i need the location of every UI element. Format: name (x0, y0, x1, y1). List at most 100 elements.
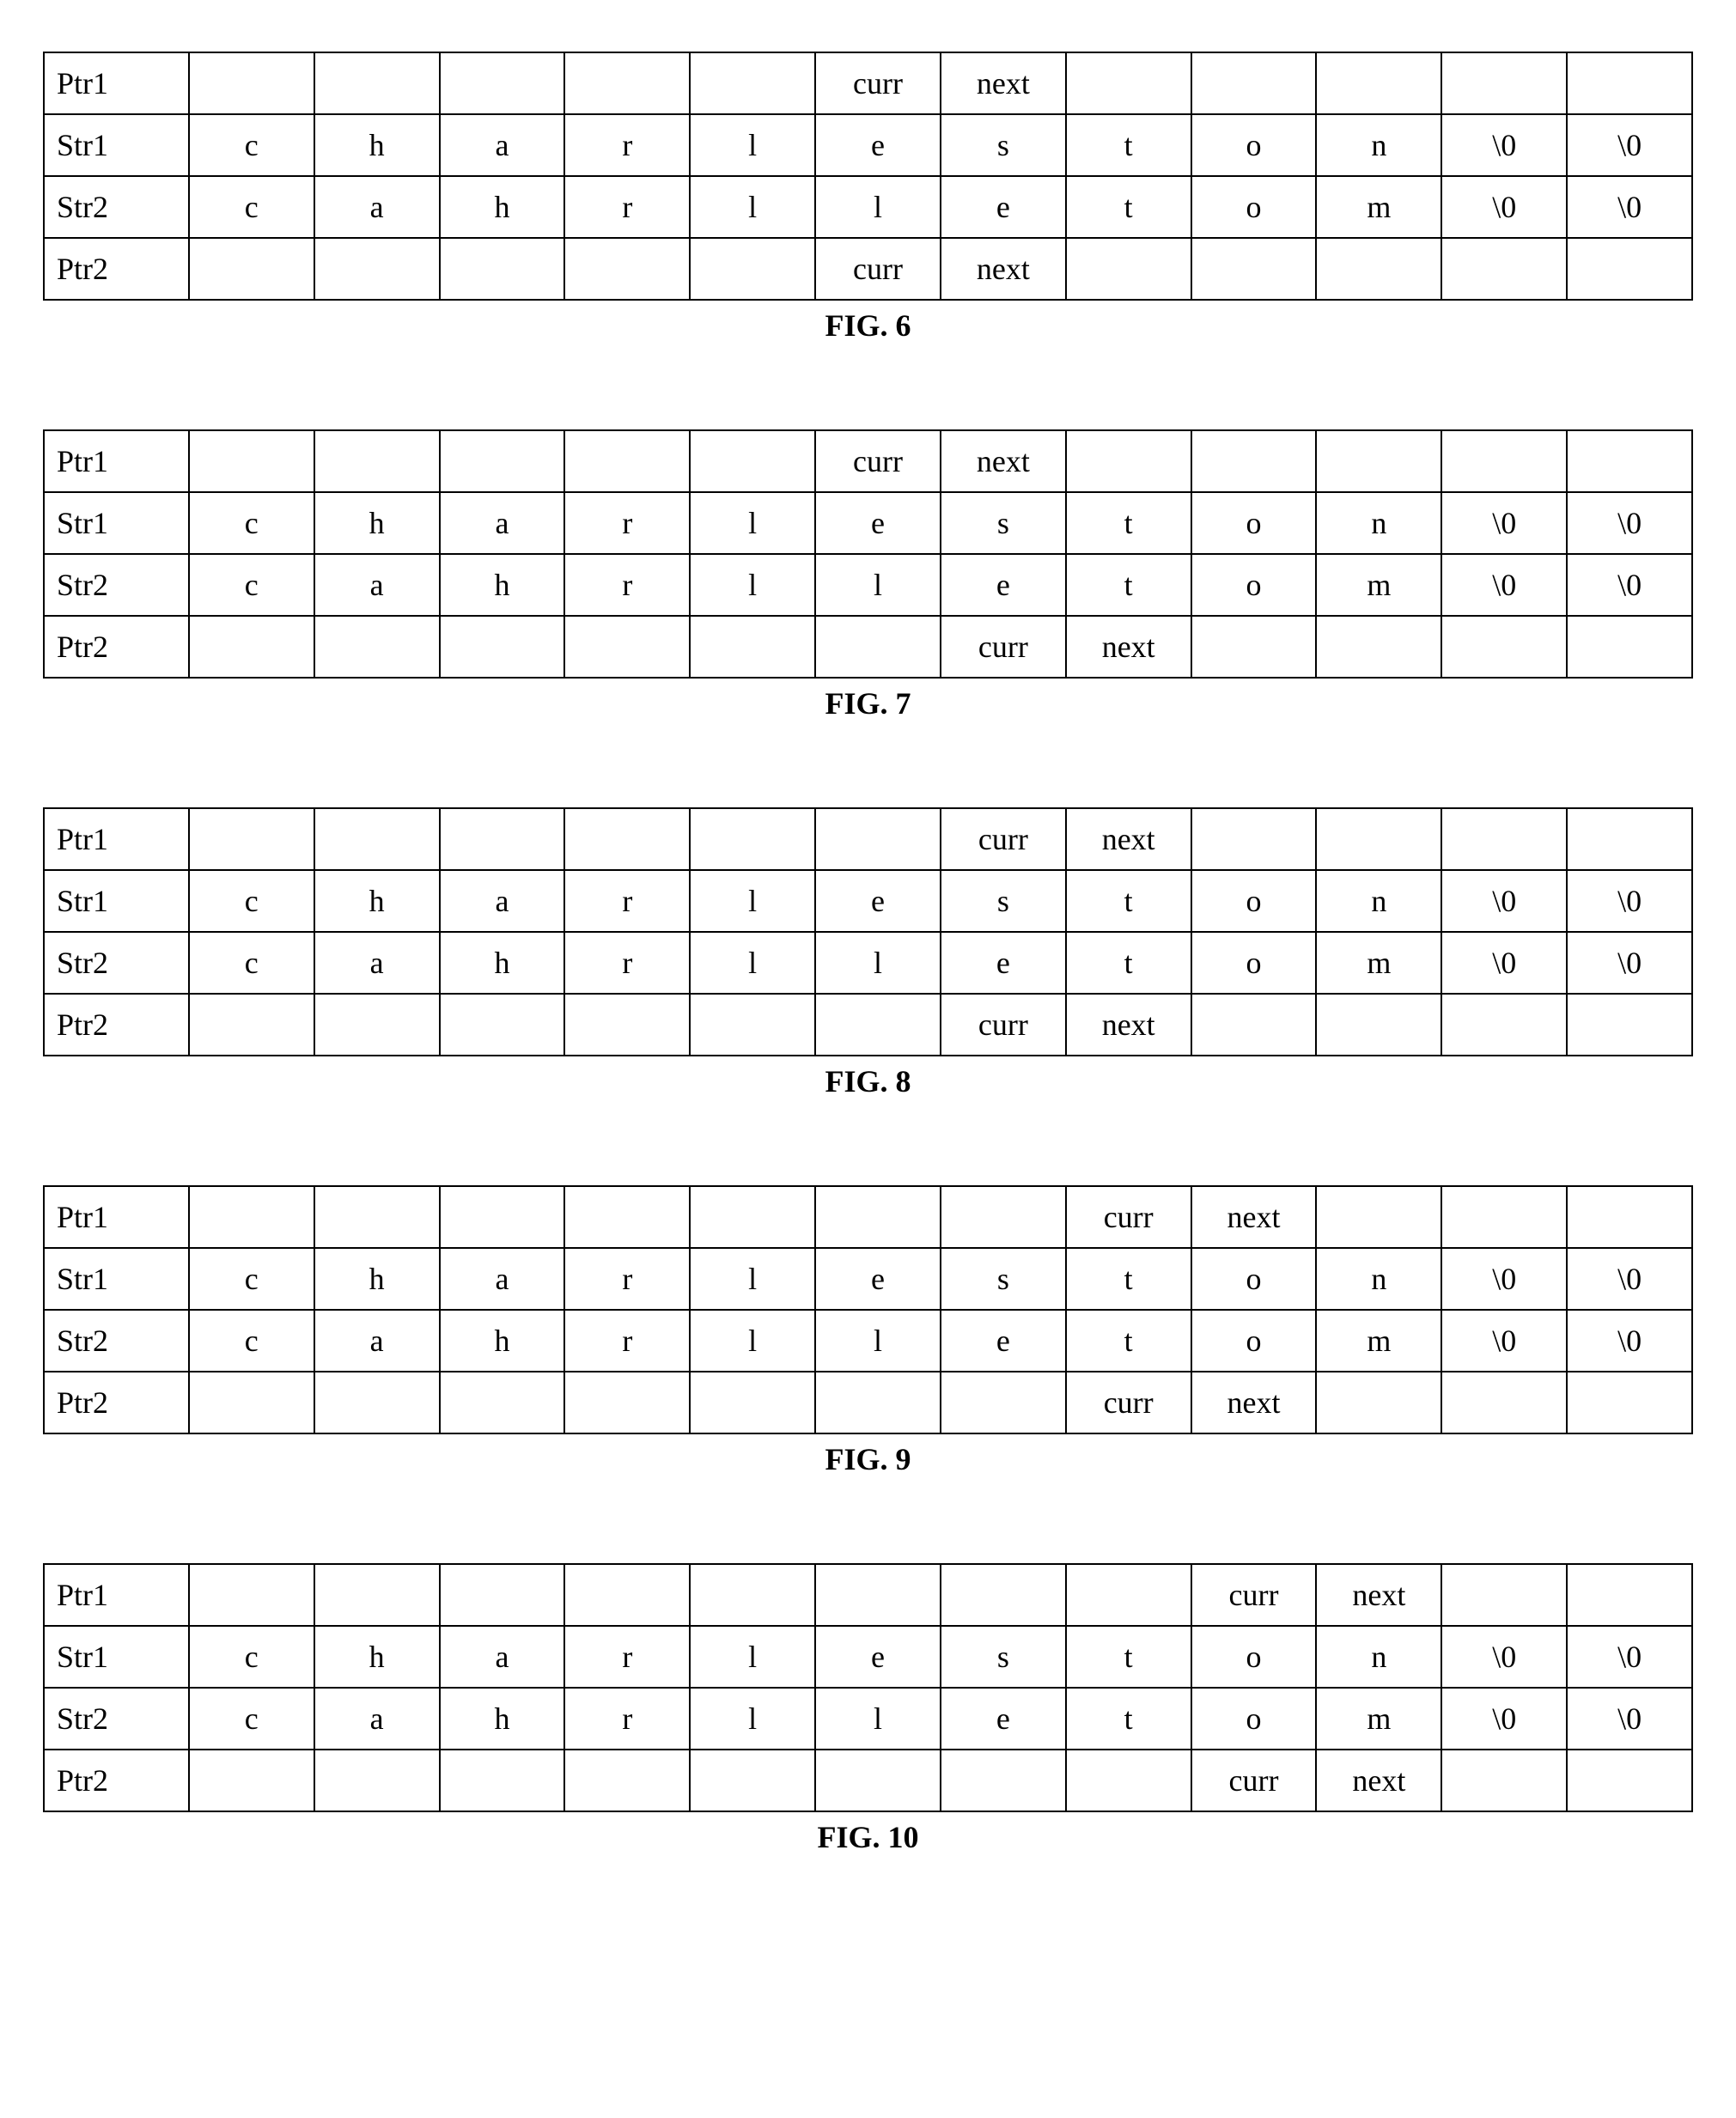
table-cell (314, 808, 440, 870)
table-cell: o (1191, 176, 1317, 238)
table-cell: h (314, 1626, 440, 1688)
table-cell (815, 616, 941, 678)
table-cell (314, 238, 440, 300)
table-row: Str2cahrlletom\0\0 (44, 932, 1692, 994)
table-cell (941, 1186, 1066, 1248)
table-cell: n (1316, 492, 1441, 554)
table-cell: a (314, 932, 440, 994)
row-label: Str2 (44, 1688, 189, 1750)
table-cell: t (1066, 492, 1191, 554)
table-row: Str1charleston\0\0 (44, 492, 1692, 554)
table-cell (1441, 1564, 1567, 1626)
table-cell (1316, 238, 1441, 300)
table-cell: \0 (1441, 1310, 1567, 1372)
table-cell (314, 1372, 440, 1433)
table-cell: r (564, 1248, 690, 1310)
table-cell: l (690, 932, 815, 994)
table-cell: c (189, 1688, 314, 1750)
table-cell (440, 238, 565, 300)
table-cell (564, 1564, 690, 1626)
table-cell (189, 430, 314, 492)
table-cell (1066, 1564, 1191, 1626)
table-cell: curr (1066, 1372, 1191, 1433)
table-cell (1441, 1186, 1567, 1248)
row-label: Ptr1 (44, 808, 189, 870)
table-cell (941, 1372, 1066, 1433)
table-cell: e (941, 176, 1066, 238)
table-cell: l (690, 554, 815, 616)
table-cell (690, 1564, 815, 1626)
table-cell (564, 994, 690, 1056)
table-cell (1567, 1372, 1692, 1433)
table-cell (440, 1564, 565, 1626)
table-cell: h (314, 1248, 440, 1310)
table-cell (564, 52, 690, 114)
table-cell: \0 (1567, 1688, 1692, 1750)
table-cell: m (1316, 1310, 1441, 1372)
table-cell (1066, 238, 1191, 300)
table-cell (440, 430, 565, 492)
table-cell (440, 994, 565, 1056)
table-cell (690, 430, 815, 492)
table-cell (815, 1372, 941, 1433)
table-cell: e (815, 870, 941, 932)
table-cell (189, 994, 314, 1056)
figure-caption: FIG. 6 (43, 307, 1693, 344)
table-cell (314, 430, 440, 492)
table-cell: o (1191, 1626, 1317, 1688)
table-cell (1316, 994, 1441, 1056)
table-cell: curr (941, 616, 1066, 678)
table-cell: l (690, 870, 815, 932)
table-cell (564, 430, 690, 492)
row-label: Str2 (44, 1310, 189, 1372)
figure-block: Ptr1currnextStr1charleston\0\0Str2cahrll… (43, 807, 1693, 1099)
table-cell: r (564, 1626, 690, 1688)
table-cell: r (564, 176, 690, 238)
table-cell: curr (815, 430, 941, 492)
table-cell (690, 52, 815, 114)
table-cell: \0 (1567, 1248, 1692, 1310)
table-row: Ptr1currnext (44, 52, 1692, 114)
table-cell: r (564, 492, 690, 554)
figure-block: Ptr1currnextStr1charleston\0\0Str2cahrll… (43, 52, 1693, 344)
table-row: Ptr1currnext (44, 430, 1692, 492)
string-pointer-table: Ptr1currnextStr1charleston\0\0Str2cahrll… (43, 52, 1693, 301)
table-row: Str2cahrlletom\0\0 (44, 1688, 1692, 1750)
table-cell (1441, 616, 1567, 678)
table-cell: \0 (1441, 1248, 1567, 1310)
table-cell: l (690, 1688, 815, 1750)
table-row: Ptr2currnext (44, 994, 1692, 1056)
string-pointer-table: Ptr1currnextStr1charleston\0\0Str2cahrll… (43, 1185, 1693, 1434)
table-cell: a (314, 176, 440, 238)
table-cell: next (1191, 1372, 1317, 1433)
table-cell: t (1066, 1626, 1191, 1688)
row-label: Str1 (44, 114, 189, 176)
table-cell: next (1066, 616, 1191, 678)
table-cell: e (941, 1688, 1066, 1750)
table-cell (189, 52, 314, 114)
table-cell: l (690, 1248, 815, 1310)
table-cell (690, 616, 815, 678)
table-cell (690, 994, 815, 1056)
table-cell: h (440, 1688, 565, 1750)
table-cell: o (1191, 1310, 1317, 1372)
table-row: Str1charleston\0\0 (44, 1626, 1692, 1688)
figure-caption: FIG. 7 (43, 685, 1693, 721)
table-cell: l (690, 492, 815, 554)
table-cell (690, 1186, 815, 1248)
table-cell (314, 52, 440, 114)
table-cell (1316, 1186, 1441, 1248)
table-cell: r (564, 114, 690, 176)
table-cell (815, 1564, 941, 1626)
table-cell (314, 1564, 440, 1626)
table-cell: \0 (1441, 1688, 1567, 1750)
table-cell: c (189, 932, 314, 994)
table-cell (1441, 1372, 1567, 1433)
table-cell (815, 1186, 941, 1248)
row-label: Str2 (44, 176, 189, 238)
table-cell: next (1066, 994, 1191, 1056)
table-cell (1567, 808, 1692, 870)
table-cell: o (1191, 932, 1317, 994)
table-cell: s (941, 1248, 1066, 1310)
table-cell: o (1191, 492, 1317, 554)
